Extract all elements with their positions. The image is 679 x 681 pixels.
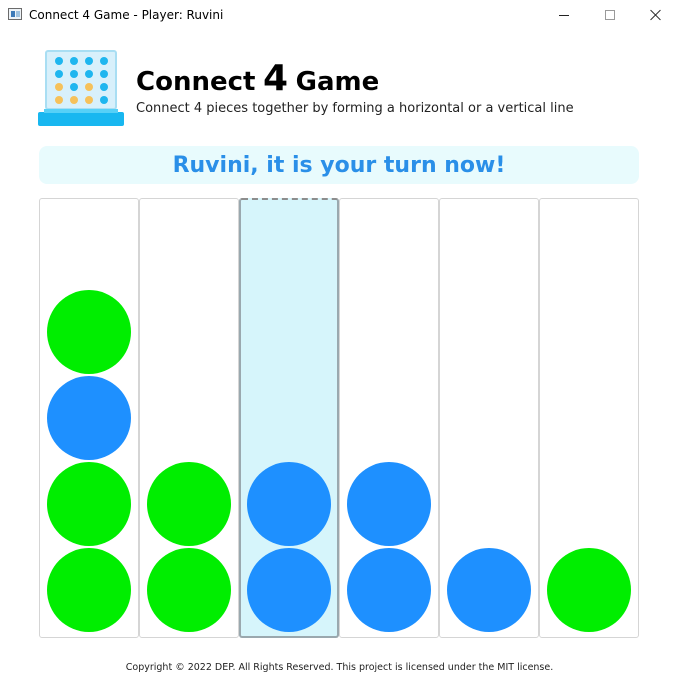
green-piece — [47, 462, 131, 546]
green-piece — [47, 548, 131, 632]
green-piece — [47, 290, 131, 374]
page-title: Connect 4 Game — [136, 58, 379, 99]
board-column-3[interactable] — [239, 198, 339, 638]
minimize-button[interactable] — [541, 0, 587, 30]
turn-status-banner: Ruvini, it is your turn now! — [39, 146, 639, 184]
logo-dot — [85, 70, 93, 78]
blue-piece — [247, 548, 331, 632]
title-word-connect: Connect — [136, 67, 256, 97]
board-column-4[interactable] — [339, 198, 439, 638]
logo-board — [45, 50, 117, 110]
green-piece — [147, 462, 231, 546]
app-icon — [8, 8, 22, 20]
logo-dot — [55, 96, 63, 104]
green-piece — [547, 548, 631, 632]
close-icon — [650, 9, 662, 21]
logo-dot — [70, 70, 78, 78]
blue-piece — [247, 462, 331, 546]
logo-dot — [100, 70, 108, 78]
close-button[interactable] — [633, 0, 679, 30]
logo-dot — [70, 83, 78, 91]
logo-dot — [70, 96, 78, 104]
logo-dot — [55, 70, 63, 78]
blue-piece — [347, 462, 431, 546]
maximize-icon — [605, 10, 615, 20]
window-title: Connect 4 Game - Player: Ruvini — [29, 8, 224, 22]
board-column-1[interactable] — [39, 198, 139, 638]
logo-dot — [55, 57, 63, 65]
green-piece — [147, 548, 231, 632]
title-bar: Connect 4 Game - Player: Ruvini — [0, 0, 679, 30]
logo-dot — [85, 96, 93, 104]
blue-piece — [347, 548, 431, 632]
board-column-6[interactable] — [539, 198, 639, 638]
footer-copyright: Copyright © 2022 DEP. All Rights Reserve… — [125, 662, 554, 673]
logo-base — [38, 109, 124, 126]
board-column-2[interactable] — [139, 198, 239, 638]
minimize-icon — [559, 14, 569, 16]
blue-piece — [447, 548, 531, 632]
title-number: 4 — [263, 58, 289, 99]
board-column-5[interactable] — [439, 198, 539, 638]
blue-piece — [47, 376, 131, 460]
logo-dot — [55, 83, 63, 91]
logo-dot — [100, 57, 108, 65]
logo-dot — [85, 83, 93, 91]
game-board — [39, 198, 639, 638]
logo-dot — [85, 57, 93, 65]
logo-dot — [100, 83, 108, 91]
maximize-button[interactable] — [587, 0, 633, 30]
turn-status-text: Ruvini, it is your turn now! — [172, 152, 506, 178]
page-subtitle: Connect 4 pieces together by forming a h… — [136, 101, 574, 116]
logo-dot — [100, 96, 108, 104]
logo-dot — [70, 57, 78, 65]
title-word-game: Game — [295, 67, 380, 97]
connect4-logo — [38, 50, 124, 126]
